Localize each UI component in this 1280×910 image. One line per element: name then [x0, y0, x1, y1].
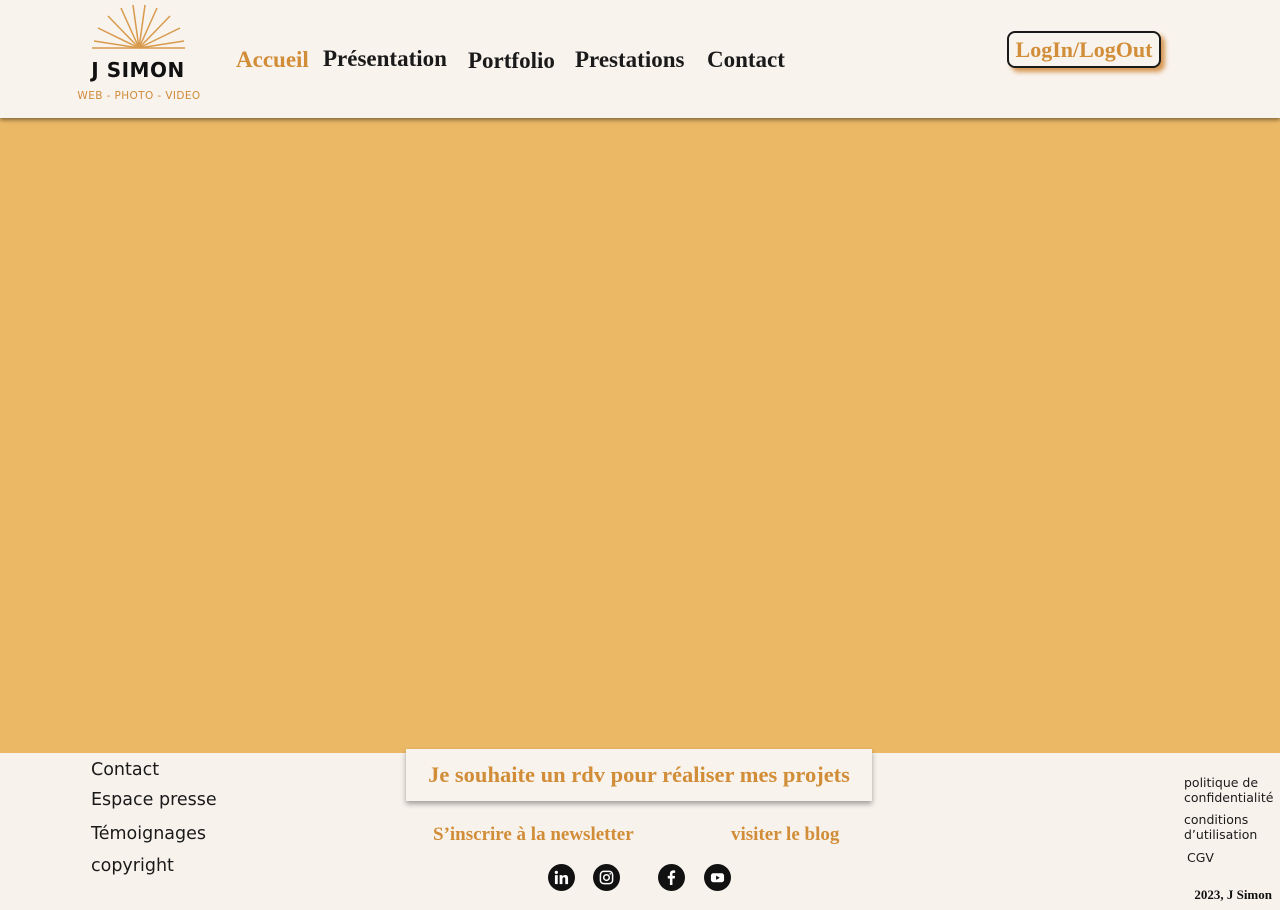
- logo-name: J SIMON: [91, 58, 185, 82]
- logo[interactable]: J SIMON WEB - PHOTO - VIDEO: [74, 4, 206, 104]
- facebook-icon[interactable]: [658, 864, 685, 891]
- footer-link-copyright[interactable]: copyright: [91, 856, 174, 876]
- nav-item-contact[interactable]: Contact: [707, 47, 785, 73]
- footer-link-press[interactable]: Espace presse: [91, 790, 217, 810]
- instagram-icon[interactable]: [593, 864, 620, 891]
- newsletter-link[interactable]: S’inscrire à la newsletter: [433, 824, 634, 846]
- logo-tagline: WEB - PHOTO - VIDEO: [77, 90, 201, 102]
- nav-item-presentation[interactable]: Présentation: [323, 46, 447, 72]
- terms-of-use-link[interactable]: conditions d’utilisation: [1184, 812, 1280, 842]
- privacy-policy-link[interactable]: politique de confidentialité: [1184, 775, 1280, 805]
- site-header: J SIMON WEB - PHOTO - VIDEO Accueil Prés…: [0, 0, 1280, 118]
- linkedin-icon[interactable]: [548, 864, 575, 891]
- appointment-cta-button[interactable]: Je souhaite un rdv pour réaliser mes pro…: [406, 749, 872, 801]
- blog-link[interactable]: visiter le blog: [731, 824, 839, 846]
- hero-banner: [0, 118, 1280, 753]
- sunburst-logo-icon: [92, 4, 185, 49]
- nav-item-prestations[interactable]: Prestations: [575, 47, 684, 73]
- nav-item-accueil[interactable]: Accueil: [236, 47, 309, 73]
- cgv-link[interactable]: CGV: [1187, 850, 1214, 865]
- login-logout-button[interactable]: LogIn/LogOut: [1007, 31, 1161, 68]
- footer-link-contact[interactable]: Contact: [91, 760, 159, 780]
- nav-item-portfolio[interactable]: Portfolio: [468, 48, 555, 74]
- copyright-notice: 2023, J Simon: [1194, 887, 1272, 902]
- site-footer: Contact Espace presse Témoignages copyri…: [0, 749, 1280, 910]
- footer-link-testimonials[interactable]: Témoignages: [91, 824, 206, 844]
- youtube-icon[interactable]: [704, 864, 731, 891]
